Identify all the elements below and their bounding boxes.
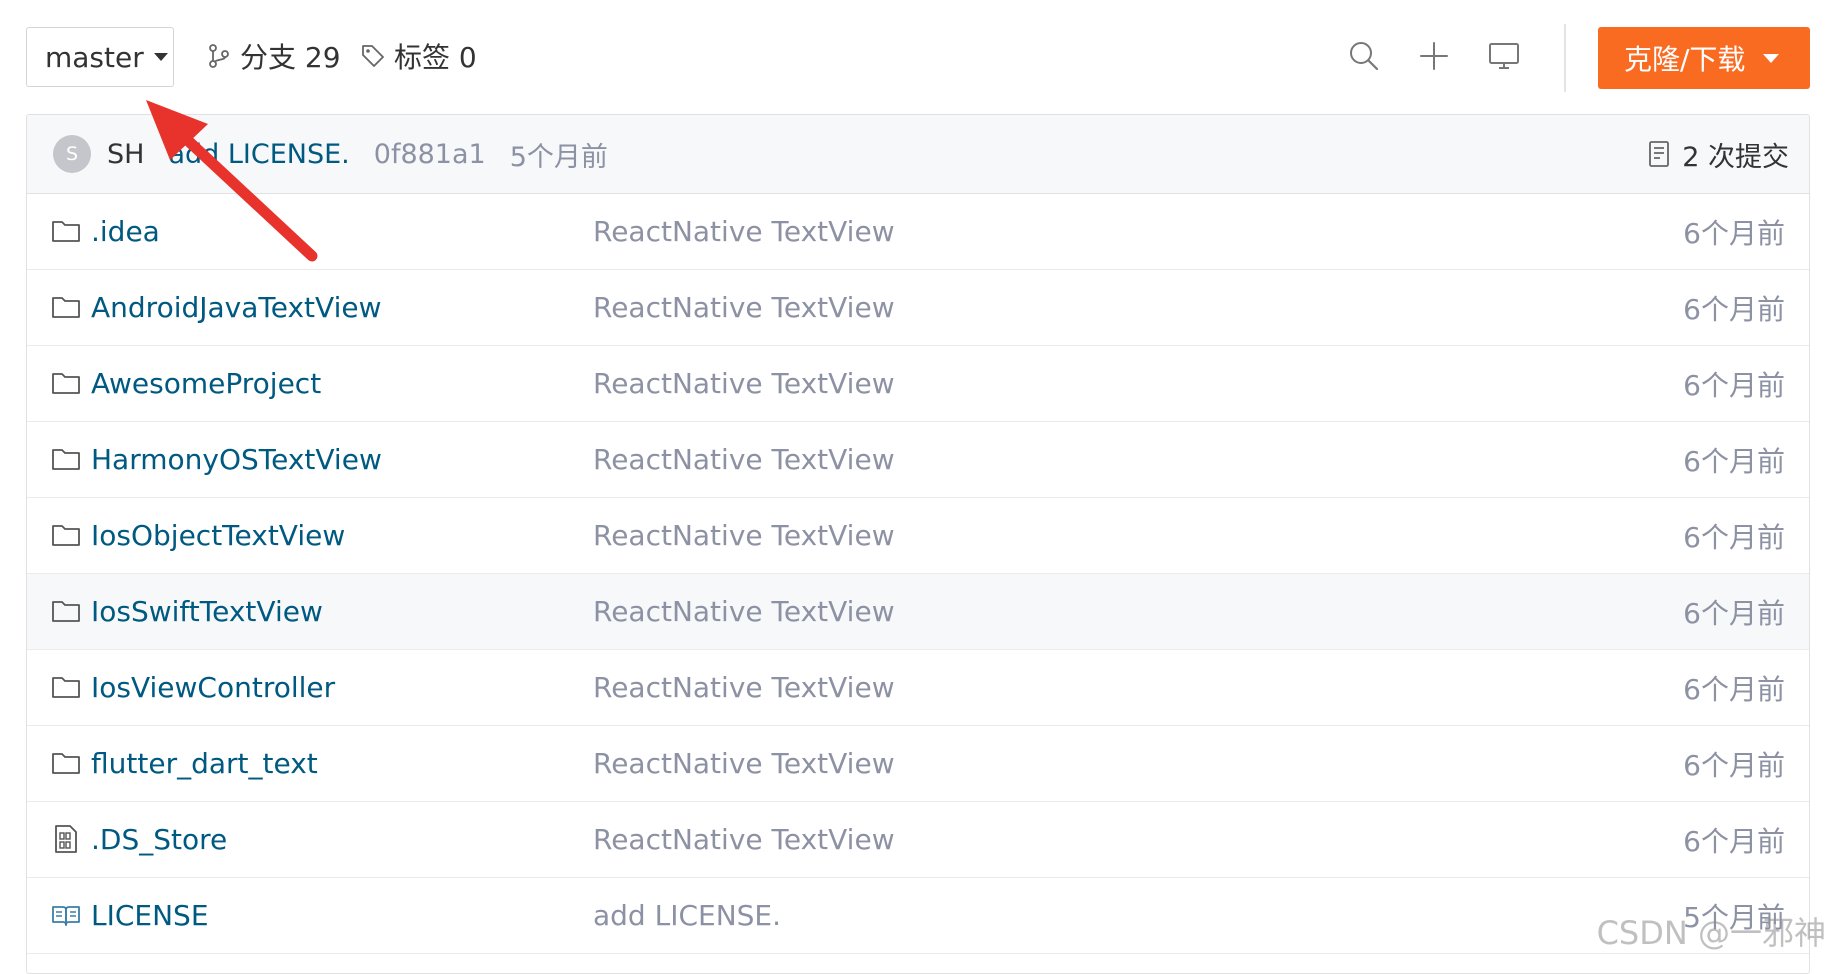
repo-toolbar: master 分支 29 标签 0 克隆/下载 [0,0,1836,112]
file-row[interactable]: IosViewController ReactNative TextView 6… [27,650,1809,726]
search-icon [1350,42,1379,71]
folder-icon [52,221,80,242]
file-time: 6个月前 [1683,672,1785,706]
file-time: 6个月前 [1683,824,1785,858]
search-button[interactable] [1346,38,1382,74]
file-row[interactable]: LICENSE add LICENSE. 5个月前 [27,878,1809,954]
toolbar-divider [1564,24,1566,92]
add-file-button[interactable] [1416,38,1452,74]
file-commit-message[interactable]: ReactNative TextView [593,291,895,324]
file-commit-message[interactable]: ReactNative TextView [593,367,895,400]
file-commit-message[interactable]: ReactNative TextView [593,671,895,704]
folder-icon [52,601,80,622]
file-time: 6个月前 [1683,444,1785,478]
commit-sha[interactable]: 0f881a1 [374,139,486,170]
file-name[interactable]: IosViewController [91,671,335,704]
folder-icon [52,373,80,394]
clone-download-button[interactable]: 克隆/下载 [1598,27,1810,89]
commit-author[interactable]: SH [107,139,144,170]
file-name[interactable]: HarmonyOSTextView [91,443,382,476]
file-row[interactable]: IosSwiftTextView ReactNative TextView 6个… [27,574,1809,650]
file-commit-message[interactable]: ReactNative TextView [593,747,895,780]
file-name[interactable]: IosSwiftTextView [91,595,323,628]
file-row[interactable]: AwesomeProject ReactNative TextView 6个月前 [27,346,1809,422]
file-commit-message[interactable]: ReactNative TextView [593,443,895,476]
folder-icon [52,677,80,698]
binary-file-icon [55,825,77,853]
file-name[interactable]: flutter_dart_text [91,747,318,780]
commit-count-label: 2 次提交 [1682,141,1789,173]
chevron-down-icon [153,53,168,61]
commit-time: 5个月前 [509,141,608,173]
branches-link[interactable]: 分支 29 [206,36,341,76]
book-icon [52,906,80,926]
file-name[interactable]: AndroidJavaTextView [91,291,381,324]
git-branch-icon [209,44,229,68]
file-name[interactable]: IosObjectTextView [91,519,345,552]
file-time: 6个月前 [1683,748,1785,782]
commits-icon [1649,141,1670,167]
tags-count: 标签 0 [394,41,477,74]
commit-count-link[interactable]: 2 次提交 [1648,115,1789,193]
file-commit-message[interactable]: ReactNative TextView [593,823,895,856]
file-row[interactable]: .idea ReactNative TextView 6个月前 [27,194,1809,270]
commit-message[interactable]: add LICENSE. [168,139,349,170]
monitor-icon [1489,43,1519,69]
avatar-letter: S [65,143,79,165]
tag-icon [362,45,384,67]
file-time: 6个月前 [1683,368,1785,402]
web-ide-button[interactable] [1486,38,1522,74]
branches-count: 分支 29 [240,41,341,74]
file-name[interactable]: .DS_Store [91,823,227,856]
file-time: 6个月前 [1683,216,1785,250]
file-commit-message[interactable]: add LICENSE. [593,899,781,932]
file-row[interactable]: .DS_Store ReactNative TextView 6个月前 [27,802,1809,878]
clone-download-label: 克隆/下载 [1624,43,1746,76]
folder-icon [52,525,80,546]
tags-link[interactable]: 标签 0 [360,36,477,76]
file-time: 6个月前 [1683,596,1785,630]
avatar[interactable]: S [53,135,91,173]
folder-icon [52,753,80,774]
file-row[interactable]: flutter_dart_text ReactNative TextView 6… [27,726,1809,802]
file-row[interactable]: AndroidJavaTextView ReactNative TextView… [27,270,1809,346]
file-time: 6个月前 [1683,520,1785,554]
file-commit-message[interactable]: ReactNative TextView [593,595,895,628]
file-row[interactable]: IosObjectTextView ReactNative TextView 6… [27,498,1809,574]
file-row[interactable]: HarmonyOSTextView ReactNative TextView 6… [27,422,1809,498]
file-time: 5个月前 [1683,900,1785,934]
branch-select-label: master [45,40,144,74]
file-list: .idea ReactNative TextView 6个月前 AndroidJ… [27,194,1809,954]
file-time: 6个月前 [1683,292,1785,326]
file-list-panel: S SH add LICENSE. 0f881a1 5个月前 2 次提交 .id… [26,114,1810,974]
chevron-down-icon [1763,53,1780,63]
file-commit-message[interactable]: ReactNative TextView [593,215,895,248]
latest-commit-bar: S SH add LICENSE. 0f881a1 5个月前 2 次提交 [27,115,1809,194]
file-name[interactable]: AwesomeProject [91,367,321,400]
branch-select[interactable]: master [26,27,174,87]
file-commit-message[interactable]: ReactNative TextView [593,519,895,552]
plus-icon [1420,42,1448,70]
file-name[interactable]: .idea [91,215,160,248]
file-name[interactable]: LICENSE [91,899,209,932]
folder-icon [52,297,80,318]
folder-icon [52,449,80,470]
